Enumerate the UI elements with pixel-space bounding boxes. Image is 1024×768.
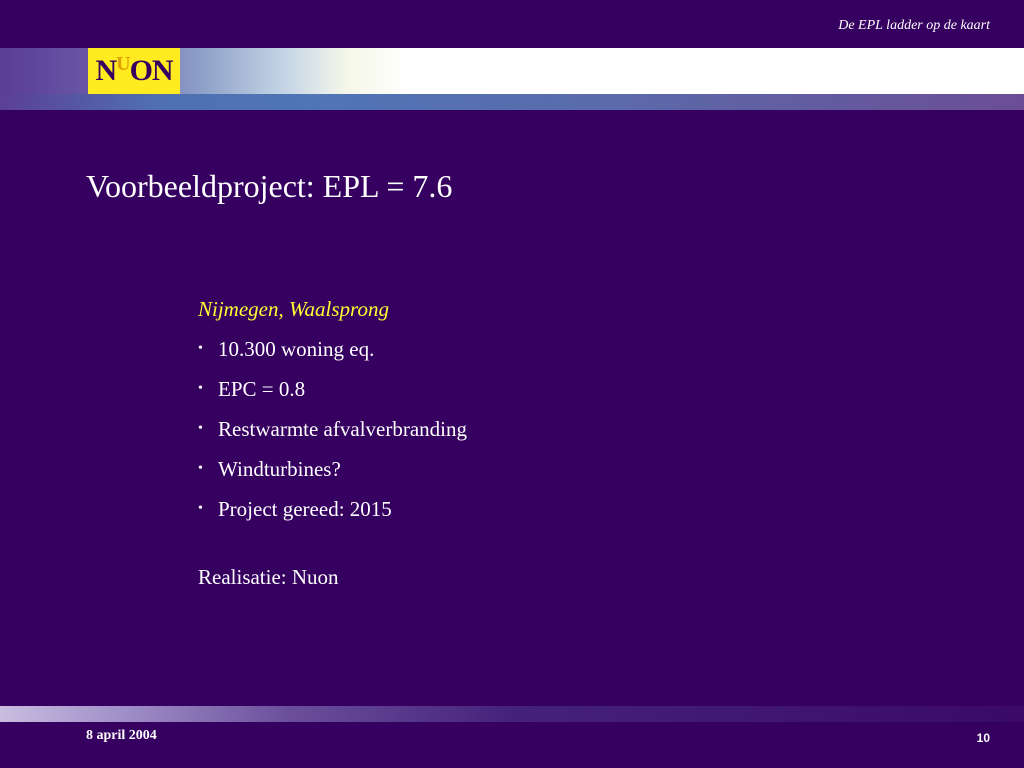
bullet-item: • EPC = 0.8 <box>198 376 798 402</box>
bullet-item: • Project gereed: 2015 <box>198 496 798 522</box>
logo-letter-n: N <box>95 54 117 87</box>
bullet-text: Project gereed: 2015 <box>218 497 392 521</box>
bullet-text: EPC = 0.8 <box>218 377 306 401</box>
bullet-icon: • <box>198 421 203 436</box>
logo-letter-u: U <box>116 52 130 75</box>
slide-title: Voorbeeldproject: EPL = 7.6 <box>86 168 453 204</box>
bullet-item: • Windturbines? <box>198 456 798 482</box>
bullet-list: • 10.300 woning eq. • EPC = 0.8 • Restwarmt… <box>198 336 798 522</box>
nuon-logo: N U ON <box>88 48 180 94</box>
bullet-text: Windturbines? <box>218 457 341 481</box>
page-number: 10 <box>976 731 990 745</box>
logo-letters-on: ON <box>129 54 174 87</box>
location-subheading: Nijmegen, Waalsprong <box>198 297 389 321</box>
bullet-icon: • <box>198 341 203 356</box>
bullet-icon: • <box>198 461 203 476</box>
bullet-icon: • <box>198 501 203 516</box>
header-caption: De EPL ladder op de kaart <box>838 18 990 33</box>
slide-content: Nijmegen, Waalsprong • 10.300 woning eq. … <box>198 296 798 590</box>
bullet-item: • 10.300 woning eq. <box>198 336 798 362</box>
bullet-item: • Restwarmte afvalverbranding <box>198 416 798 442</box>
slide: De EPL ladder op de kaart N U ON Voorbeeld… <box>0 0 1024 768</box>
footer-gradient-band <box>0 706 1024 722</box>
bullet-text: 10.300 woning eq. <box>218 337 375 361</box>
footer-date: 8 april 2004 <box>86 728 157 743</box>
bullet-text: Restwarmte afvalverbranding <box>218 417 467 441</box>
realisatie-text: Realisatie: Nuon <box>198 565 339 589</box>
header-accent-band <box>0 94 1024 110</box>
bullet-icon: • <box>198 381 203 396</box>
